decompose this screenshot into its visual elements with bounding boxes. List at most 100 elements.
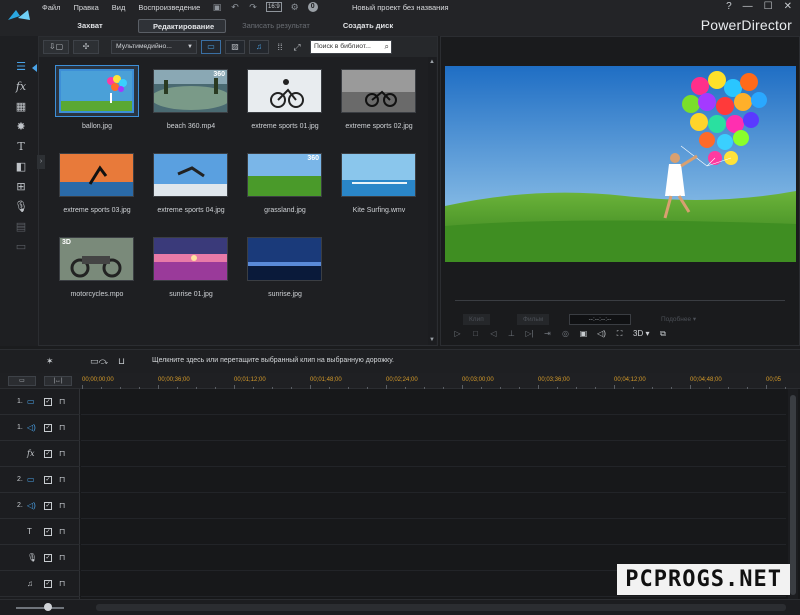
- tab-capture[interactable]: Захват: [42, 19, 138, 33]
- track-lane-audio[interactable]: [81, 415, 786, 441]
- maximize-icon[interactable]: ☐: [764, 1, 773, 12]
- track-lock-icon[interactable]: ⊓: [59, 501, 65, 510]
- fx-room-icon[interactable]: fx: [14, 80, 28, 94]
- tab-create-disc[interactable]: Создать диск: [326, 19, 410, 33]
- magic-tools-icon[interactable]: ✶: [46, 356, 54, 367]
- next-frame-icon[interactable]: ▷|: [525, 329, 534, 338]
- undo-icon[interactable]: ↶: [230, 2, 240, 12]
- track-lane-title[interactable]: [81, 519, 786, 545]
- track-lane-fx[interactable]: [81, 441, 786, 467]
- menu-file[interactable]: Файл: [42, 3, 60, 12]
- filter-audio-icon[interactable]: ♫: [249, 40, 269, 54]
- filter-video-icon[interactable]: ▭: [201, 40, 221, 54]
- track-enable-checkbox[interactable]: ✓: [44, 450, 52, 458]
- pip-room-icon[interactable]: ▦: [14, 100, 28, 114]
- title-room-icon[interactable]: T: [14, 140, 28, 154]
- menu-edit[interactable]: Правка: [73, 3, 98, 12]
- notification-badge[interactable]: 0: [307, 2, 318, 12]
- play-icon[interactable]: ▷: [453, 329, 462, 338]
- track-lock-icon[interactable]: ⊓: [59, 579, 65, 588]
- undock-preview-icon[interactable]: ⧉: [658, 329, 667, 338]
- track-header-audio[interactable]: 2. ◁) ✓ ⊓: [0, 493, 80, 519]
- audio-mixing-icon[interactable]: ⊞: [14, 180, 28, 194]
- voice-over-icon[interactable]: 🎙: [14, 200, 28, 214]
- zoom-slider[interactable]: [16, 607, 64, 609]
- menu-view[interactable]: Вид: [112, 3, 126, 12]
- search-icon[interactable]: ⌕: [385, 41, 389, 53]
- mode-movie-button[interactable]: Фильм: [517, 314, 550, 325]
- chapter-room-icon[interactable]: ▤: [14, 220, 28, 234]
- stop-icon[interactable]: □: [471, 329, 480, 338]
- split-icon[interactable]: ⊥: [507, 329, 516, 338]
- track-header-video[interactable]: 2. ▭ ✓ ⊓: [0, 467, 80, 493]
- import-media-button[interactable]: ⇩▢: [43, 40, 69, 54]
- time-ruler[interactable]: 00;00;00;00 00;00;36;00 00;01;12;00 00;01;4…: [80, 373, 786, 389]
- subtitle-room-icon[interactable]: ▭: [14, 240, 28, 254]
- previous-frame-icon[interactable]: ◁: [489, 329, 498, 338]
- particle-room-icon[interactable]: ✸: [14, 120, 28, 134]
- insert-mode-icon[interactable]: ▭⤼: [90, 356, 108, 367]
- preview-quality-select[interactable]: Подобнее ▾: [661, 314, 696, 325]
- scroll-thumb[interactable]: [790, 395, 796, 595]
- media-room-icon[interactable]: ☰: [14, 60, 28, 74]
- track-lane-video[interactable]: [81, 389, 786, 415]
- track-header-video[interactable]: 1. ▭ ✓ ⊓: [0, 389, 80, 415]
- library-scrollbar[interactable]: ▲ ▼: [428, 57, 436, 345]
- close-icon[interactable]: ✕: [784, 1, 792, 12]
- aspect-ratio-button[interactable]: 16:9: [266, 2, 282, 12]
- track-lock-icon[interactable]: ⊓: [59, 527, 65, 536]
- track-lock-icon[interactable]: ⊓: [59, 475, 65, 484]
- track-enable-checkbox[interactable]: ✓: [44, 424, 52, 432]
- track-enable-checkbox[interactable]: ✓: [44, 580, 52, 588]
- track-lock-icon[interactable]: ⊓: [59, 553, 65, 562]
- track-enable-checkbox[interactable]: ✓: [44, 554, 52, 562]
- timecode-field[interactable]: --:--:--:--: [569, 314, 631, 325]
- timeline-horizontal-scrollbar[interactable]: [96, 604, 786, 611]
- scroll-down-icon[interactable]: ▼: [429, 337, 435, 343]
- media-filter-select[interactable]: Мультимедийно... ▼: [111, 40, 197, 54]
- help-icon[interactable]: ?: [726, 1, 732, 12]
- track-enable-checkbox[interactable]: ✓: [44, 528, 52, 536]
- plugins-button[interactable]: ✣: [73, 40, 99, 54]
- track-manager-button[interactable]: ▭: [8, 376, 36, 386]
- track-header-voice[interactable]: 🎙 ✓ ⊓: [0, 545, 80, 571]
- track-lock-icon[interactable]: ⊓: [59, 423, 65, 432]
- track-enable-checkbox[interactable]: ✓: [44, 398, 52, 406]
- volume-icon[interactable]: ◁): [597, 329, 606, 338]
- tab-edit[interactable]: Редактирование: [138, 19, 226, 33]
- minimize-icon[interactable]: —: [743, 1, 753, 12]
- library-search-input[interactable]: Поиск в библиот... ⌕: [310, 40, 392, 54]
- preview-seek-bar[interactable]: [455, 300, 785, 301]
- expand-library-icon[interactable]: ⤢: [291, 41, 303, 53]
- track-header-title[interactable]: T ✓ ⊓: [0, 519, 80, 545]
- collapse-panel-icon[interactable]: ›: [37, 155, 45, 169]
- view-grid-icon[interactable]: ⁞⁞: [274, 41, 286, 53]
- overwrite-mode-icon[interactable]: ⊔: [118, 356, 125, 367]
- transition-room-icon[interactable]: ◧: [14, 160, 28, 174]
- track-header-music[interactable]: ♫ ✓ ⊓: [0, 571, 80, 597]
- 3d-mode-button[interactable]: 3D ▾: [633, 329, 649, 338]
- track-header-audio[interactable]: 1. ◁) ✓ ⊓: [0, 415, 80, 441]
- scroll-up-icon[interactable]: ▲: [429, 59, 435, 65]
- mode-clip-button[interactable]: Клип: [463, 314, 490, 325]
- track-lock-icon[interactable]: ⊓: [59, 397, 65, 406]
- subtitle-icon[interactable]: ▣: [579, 329, 588, 338]
- redo-icon[interactable]: ↷: [248, 2, 258, 12]
- filter-image-icon[interactable]: ▨: [225, 40, 245, 54]
- snapshot-icon[interactable]: ◎: [561, 329, 570, 338]
- track-lane-video[interactable]: [81, 467, 786, 493]
- settings-gear-icon[interactable]: ⚙: [290, 2, 300, 12]
- save-icon[interactable]: ▣: [212, 2, 222, 12]
- menu-playback[interactable]: Воспроизведение: [138, 3, 200, 12]
- ruler-tick-label: 00;02;24;00: [386, 377, 418, 383]
- zoom-slider-knob[interactable]: [44, 603, 52, 611]
- track-lock-icon[interactable]: ⊓: [59, 449, 65, 458]
- track-header-fx[interactable]: fx ✓ ⊓: [0, 441, 80, 467]
- track-enable-checkbox[interactable]: ✓: [44, 476, 52, 484]
- preview-screen[interactable]: [445, 66, 796, 262]
- fullscreen-icon[interactable]: ⛶: [615, 329, 624, 338]
- fast-forward-icon[interactable]: ⇥: [543, 329, 552, 338]
- track-enable-checkbox[interactable]: ✓: [44, 502, 52, 510]
- track-lane-audio[interactable]: [81, 493, 786, 519]
- fit-timeline-button[interactable]: |↔|: [44, 376, 72, 386]
